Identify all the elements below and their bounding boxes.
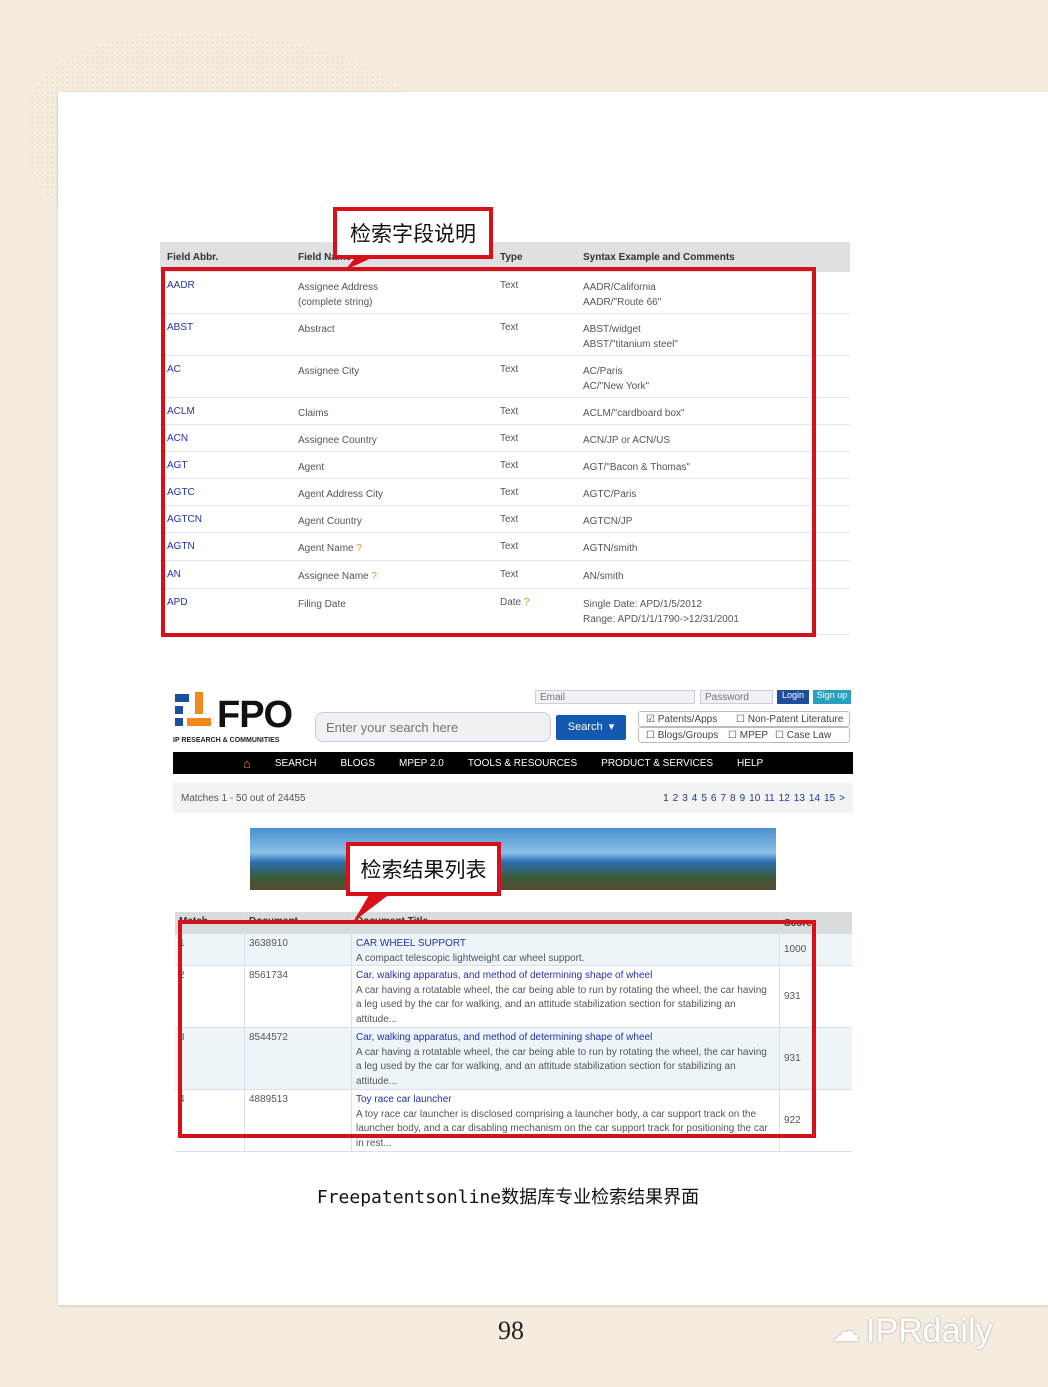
page-link[interactable]: 12: [779, 793, 790, 804]
nav-products[interactable]: PRODUCT & SERVICES: [601, 758, 713, 769]
matches-count: Matches 1 - 50 out of 24455: [181, 792, 306, 804]
page-link[interactable]: 11: [764, 793, 774, 804]
login-button[interactable]: Login: [777, 690, 809, 704]
page-link[interactable]: 4: [692, 793, 698, 804]
highlight-box-results: [178, 920, 816, 1138]
page-link[interactable]: 8: [730, 793, 736, 804]
watermark-text: IPRdaily: [866, 1312, 993, 1350]
page-link[interactable]: 9: [740, 793, 746, 804]
page-link[interactable]: 13: [794, 793, 805, 804]
page-link[interactable]: 15: [824, 793, 835, 804]
search-input[interactable]: [315, 712, 551, 742]
nav-blogs[interactable]: BLOGS: [341, 758, 375, 769]
main-nav: ⌂ SEARCH BLOGS MPEP 2.0 TOOLS & RESOURCE…: [173, 752, 853, 774]
nav-tools[interactable]: TOOLS & RESOURCES: [468, 758, 577, 769]
nav-search[interactable]: SEARCH: [275, 758, 317, 769]
page-link[interactable]: 10: [749, 793, 760, 804]
callout-results: 检索结果列表: [346, 842, 501, 896]
page-number: 98: [498, 1316, 524, 1345]
logo-subtitle: IP RESEARCH & COMMUNITIES: [173, 737, 280, 744]
email-input[interactable]: [535, 690, 695, 704]
header-abbr: Field Abbr.: [167, 251, 219, 263]
page-link[interactable]: 5: [701, 793, 707, 804]
password-input[interactable]: [700, 690, 773, 704]
page-link[interactable]: 14: [809, 793, 820, 804]
nav-help[interactable]: HELP: [737, 758, 763, 769]
logo-mark-icon: [175, 692, 211, 726]
page-link[interactable]: 6: [711, 793, 717, 804]
pagination: 1 2 3 4 5 6 7 8 9 10 11 12 13 14 15 >: [659, 793, 845, 804]
wechat-icon: ☁: [832, 1316, 860, 1347]
fpo-logo: FPO IP RESEARCH & COMMUNITIES: [173, 692, 293, 744]
watermark: ☁ IPRdaily: [832, 1312, 993, 1351]
checkbox-group-frame: [638, 727, 850, 743]
home-icon[interactable]: ⌂: [243, 756, 251, 771]
header-syntax: Syntax Example and Comments: [583, 251, 735, 263]
figure-caption: Freepatentsonline数据库专业检索结果界面: [316, 1187, 700, 1208]
page-link[interactable]: 1: [663, 793, 669, 804]
page-link[interactable]: >: [839, 793, 845, 804]
nav-mpep[interactable]: MPEP 2.0: [399, 758, 444, 769]
callout-fields: 检索字段说明: [333, 207, 493, 259]
page-link[interactable]: 7: [720, 793, 726, 804]
search-button[interactable]: Search ▾: [556, 715, 626, 740]
dropdown-caret-icon: ▾: [608, 721, 615, 733]
checkbox-group-frame: [638, 711, 850, 727]
logo-text: FPO: [217, 694, 293, 736]
matches-bar: Matches 1 - 50 out of 24455 1 2 3 4 5 6 7 8 9 10 1…: [173, 783, 853, 813]
banner-image: [250, 828, 776, 890]
header-type: Type: [500, 251, 523, 263]
search-button-label: Search: [567, 721, 603, 733]
signup-button[interactable]: Sign up: [813, 690, 851, 704]
page-link[interactable]: 3: [682, 793, 688, 804]
page-link[interactable]: 2: [673, 793, 679, 804]
highlight-box-fields: [161, 267, 816, 637]
